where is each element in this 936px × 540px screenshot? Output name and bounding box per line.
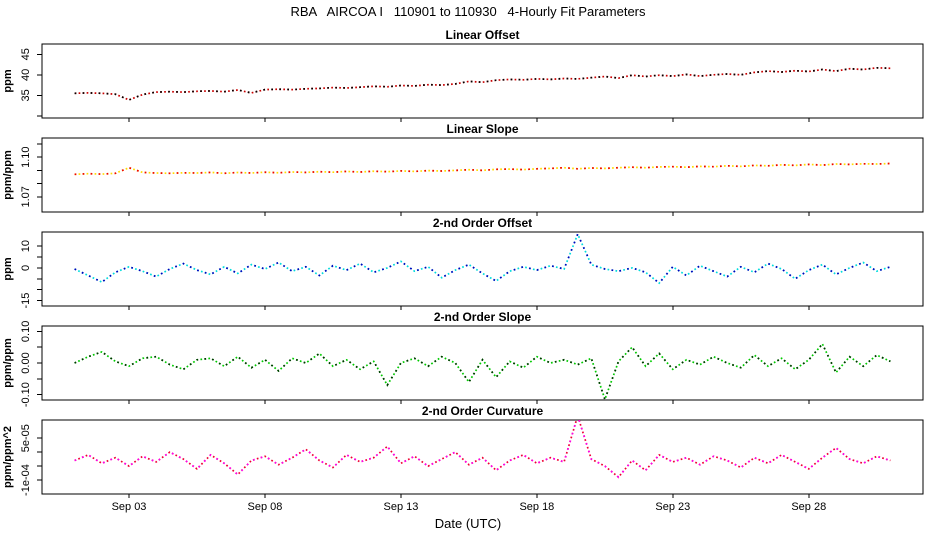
x-tick-label: Sep 18: [519, 501, 554, 513]
x-tick-label: Sep 03: [112, 501, 147, 513]
panel-title: Linear Offset: [445, 28, 519, 42]
y-tick-label: -15: [20, 293, 32, 309]
y-axis-label: ppm: [2, 69, 14, 92]
y-tick-label: -1e-04: [20, 464, 32, 496]
series-line-main: [75, 416, 891, 477]
x-tick-label: Sep 13: [383, 501, 418, 513]
y-axis-label: ppm: [2, 257, 14, 280]
panel-2-nd-order-offset: 2-nd Order Offset -15 0 10 ppm: [2, 216, 923, 310]
y-axis-label: ppm/ppm: [2, 150, 14, 200]
y-tick-label: 1.07: [20, 186, 32, 207]
series-line-speckle: [75, 344, 891, 399]
x-tick-label: Sep 08: [248, 501, 283, 513]
series-line-main: [75, 344, 891, 399]
fit-parameters-chart: Linear Offset 35 40 45 ppm Linear Slope 1.07 1.…: [0, 0, 936, 540]
y-tick-label: 0.00: [20, 352, 32, 373]
series-group: [75, 234, 891, 283]
panel-box: [42, 44, 923, 118]
panel-linear-offset: Linear Offset 35 40 45 ppm: [2, 28, 923, 122]
series-line-main: [75, 234, 891, 283]
y-tick-label: 10: [20, 240, 32, 252]
x-tick-label: Sep 28: [791, 501, 826, 513]
series-line-speckle: [75, 68, 891, 100]
y-tick-label: 0: [20, 265, 32, 271]
panel-title: 2-nd Order Curvature: [422, 404, 544, 418]
x-tick-label: Sep 23: [655, 501, 690, 513]
y-tick-label: 0.10: [20, 321, 32, 342]
y-tick-label: 40: [20, 69, 32, 81]
series-group: [75, 344, 891, 399]
y-tick-label: 5e-05: [20, 424, 32, 452]
y-tick-label: -0.10: [20, 382, 32, 407]
x-axis-title: Date (UTC): [0, 516, 936, 531]
panel-2-nd-order-slope: 2-nd Order Slope -0.10 0.00 0.10 ppm/ppm: [2, 310, 923, 407]
panel-box: [42, 326, 923, 400]
series-group: [75, 164, 891, 175]
fit-parameters-page: RBA AIRCOA I 110901 to 110930 4-Hourly F…: [0, 0, 936, 540]
y-axis-label: ppm/ppm: [2, 338, 14, 388]
panel-linear-slope: Linear Slope 1.07 1.10 ppm/ppm: [2, 122, 923, 216]
series-line-speckle: [75, 234, 891, 283]
series-group: [75, 416, 891, 477]
y-tick-label: 45: [20, 48, 32, 60]
y-tick-label: 35: [20, 89, 32, 101]
y-axis-label: ppm/ppm^2: [2, 426, 14, 488]
panel-box: [42, 138, 923, 212]
y-tick-label: 1.10: [20, 146, 32, 167]
panel-2-nd-order-curvature: 2-nd Order Curvature -1e-04 5e-05 ppm/ppm^2: [2, 404, 923, 498]
panel-title: 2-nd Order Slope: [434, 310, 532, 324]
panel-box: [42, 232, 923, 306]
panel-title: Linear Slope: [446, 122, 518, 136]
series-line-main: [75, 68, 891, 100]
panel-title: 2-nd Order Offset: [433, 216, 532, 230]
series-group: [75, 68, 891, 100]
